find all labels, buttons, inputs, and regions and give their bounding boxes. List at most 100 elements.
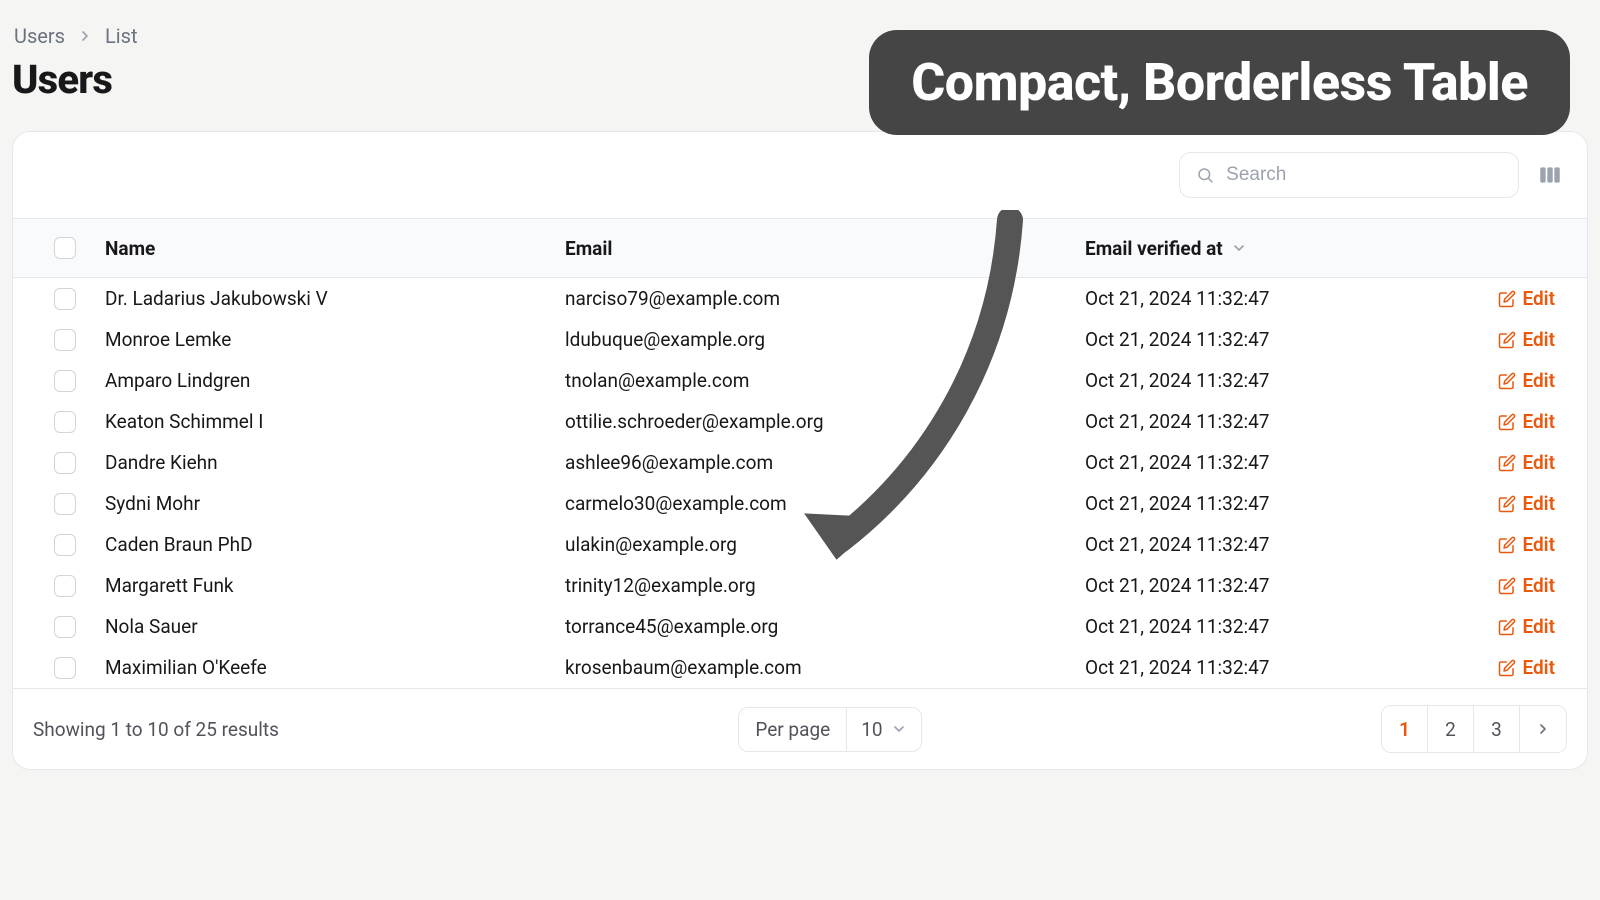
breadcrumb-root[interactable]: Users	[14, 24, 65, 48]
table-toolbar	[13, 132, 1587, 218]
per-page-select[interactable]: 10	[847, 708, 920, 751]
cell-verified-at: Oct 21, 2024 11:32:47	[1085, 615, 1385, 638]
cell-email: torrance45@example.org	[565, 615, 1085, 638]
edit-button[interactable]: Edit	[1498, 328, 1555, 351]
cell-email: carmelo30@example.com	[565, 492, 1085, 515]
edit-button[interactable]: Edit	[1498, 492, 1555, 515]
edit-button[interactable]: Edit	[1498, 410, 1555, 433]
table-row: Dr. Ladarius Jakubowski Vnarciso79@examp…	[13, 278, 1587, 319]
cell-verified-at: Oct 21, 2024 11:32:47	[1085, 533, 1385, 556]
cell-name: Margarett Funk	[105, 574, 565, 597]
cell-verified-at: Oct 21, 2024 11:32:47	[1085, 287, 1385, 310]
cell-email: tnolan@example.com	[565, 369, 1085, 392]
chevron-right-icon	[77, 28, 93, 44]
table-row: Dandre Kiehnashlee96@example.comOct 21, …	[13, 442, 1587, 483]
row-checkbox[interactable]	[54, 452, 76, 474]
edit-label: Edit	[1522, 574, 1555, 597]
cell-verified-at: Oct 21, 2024 11:32:47	[1085, 492, 1385, 515]
row-checkbox[interactable]	[54, 411, 76, 433]
table-row: Margarett Funktrinity12@example.orgOct 2…	[13, 565, 1587, 606]
search-input[interactable]	[1224, 163, 1502, 187]
page-3[interactable]: 3	[1474, 706, 1520, 752]
edit-label: Edit	[1522, 615, 1555, 638]
cell-name: Nola Sauer	[105, 615, 565, 638]
edit-label: Edit	[1522, 328, 1555, 351]
toggle-columns-button[interactable]	[1533, 158, 1567, 192]
chevron-down-icon	[1231, 240, 1247, 256]
row-checkbox[interactable]	[54, 534, 76, 556]
edit-button[interactable]: Edit	[1498, 287, 1555, 310]
cell-name: Amparo Lindgren	[105, 369, 565, 392]
table-row: Amparo Lindgrentnolan@example.comOct 21,…	[13, 360, 1587, 401]
annotation-callout: Compact, Borderless Table	[869, 30, 1570, 135]
cell-name: Sydni Mohr	[105, 492, 565, 515]
table-header-row: Name Email Email verified at	[13, 218, 1587, 278]
column-header-verified[interactable]: Email verified at	[1085, 237, 1385, 260]
select-all-checkbox[interactable]	[54, 237, 76, 259]
table-row: Nola Sauertorrance45@example.orgOct 21, …	[13, 606, 1587, 647]
edit-label: Edit	[1522, 533, 1555, 556]
column-header-verified-label: Email verified at	[1085, 237, 1223, 260]
search-field[interactable]	[1179, 152, 1519, 198]
edit-button[interactable]: Edit	[1498, 533, 1555, 556]
users-table-card: Name Email Email verified at Dr. Ladariu…	[12, 131, 1588, 770]
edit-button[interactable]: Edit	[1498, 574, 1555, 597]
per-page-label: Per page	[739, 708, 847, 751]
search-icon	[1196, 165, 1214, 185]
page-next[interactable]	[1520, 706, 1566, 752]
per-page-control: Per page 10	[738, 707, 921, 752]
row-checkbox[interactable]	[54, 657, 76, 679]
edit-label: Edit	[1522, 369, 1555, 392]
cell-name: Dandre Kiehn	[105, 451, 565, 474]
edit-button[interactable]: Edit	[1498, 656, 1555, 679]
cell-name: Monroe Lemke	[105, 328, 565, 351]
cell-email: ottilie.schroeder@example.org	[565, 410, 1085, 433]
page-1[interactable]: 1	[1382, 706, 1428, 752]
column-header-name[interactable]: Name	[105, 237, 565, 260]
table-row: Maximilian O'Keefekrosenbaum@example.com…	[13, 647, 1587, 688]
edit-label: Edit	[1522, 492, 1555, 515]
per-page-value: 10	[861, 718, 882, 741]
cell-name: Maximilian O'Keefe	[105, 656, 565, 679]
edit-label: Edit	[1522, 410, 1555, 433]
table-row: Monroe Lemkeldubuque@example.orgOct 21, …	[13, 319, 1587, 360]
cell-verified-at: Oct 21, 2024 11:32:47	[1085, 410, 1385, 433]
row-checkbox[interactable]	[54, 329, 76, 351]
edit-label: Edit	[1522, 287, 1555, 310]
row-checkbox[interactable]	[54, 575, 76, 597]
chevron-right-icon	[1535, 721, 1551, 737]
table-row: Caden Braun PhDulakin@example.orgOct 21,…	[13, 524, 1587, 565]
edit-label: Edit	[1522, 451, 1555, 474]
results-summary: Showing 1 to 10 of 25 results	[33, 718, 279, 741]
table-row: Sydni Mohrcarmelo30@example.comOct 21, 2…	[13, 483, 1587, 524]
cell-email: krosenbaum@example.com	[565, 656, 1085, 679]
edit-button[interactable]: Edit	[1498, 615, 1555, 638]
cell-verified-at: Oct 21, 2024 11:32:47	[1085, 656, 1385, 679]
cell-verified-at: Oct 21, 2024 11:32:47	[1085, 369, 1385, 392]
chevron-down-icon	[891, 721, 907, 737]
cell-email: ulakin@example.org	[565, 533, 1085, 556]
cell-email: ashlee96@example.com	[565, 451, 1085, 474]
cell-verified-at: Oct 21, 2024 11:32:47	[1085, 574, 1385, 597]
table-footer: Showing 1 to 10 of 25 results Per page 1…	[13, 688, 1587, 769]
column-header-email[interactable]: Email	[565, 237, 1085, 260]
row-checkbox[interactable]	[54, 493, 76, 515]
edit-button[interactable]: Edit	[1498, 369, 1555, 392]
edit-label: Edit	[1522, 656, 1555, 679]
cell-email: trinity12@example.org	[565, 574, 1085, 597]
columns-icon	[1537, 162, 1563, 188]
cell-verified-at: Oct 21, 2024 11:32:47	[1085, 328, 1385, 351]
breadcrumb-current[interactable]: List	[105, 24, 138, 48]
edit-button[interactable]: Edit	[1498, 451, 1555, 474]
cell-verified-at: Oct 21, 2024 11:32:47	[1085, 451, 1385, 474]
table-row: Keaton Schimmel Iottilie.schroeder@examp…	[13, 401, 1587, 442]
pagination: 123	[1381, 705, 1567, 753]
cell-email: narciso79@example.com	[565, 287, 1085, 310]
cell-name: Caden Braun PhD	[105, 533, 565, 556]
cell-email: ldubuque@example.org	[565, 328, 1085, 351]
page-2[interactable]: 2	[1428, 706, 1474, 752]
row-checkbox[interactable]	[54, 288, 76, 310]
cell-name: Dr. Ladarius Jakubowski V	[105, 287, 565, 310]
row-checkbox[interactable]	[54, 616, 76, 638]
row-checkbox[interactable]	[54, 370, 76, 392]
